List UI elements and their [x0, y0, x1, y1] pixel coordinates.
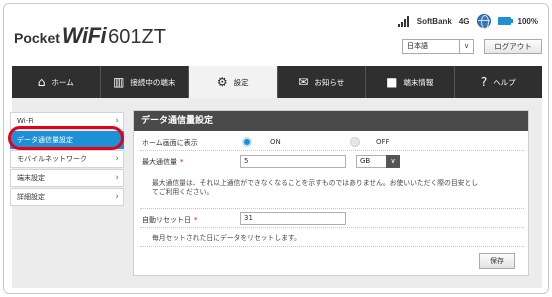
signal-strength-icon: [397, 15, 410, 27]
sidebar-item-wifi[interactable]: Wi-Fi ›: [10, 112, 124, 130]
home-display-on-radio[interactable]: [242, 137, 252, 147]
on-label: ON: [270, 138, 281, 146]
tab-settings[interactable]: ⚙ 設定: [189, 66, 278, 98]
tab-label: お知らせ: [314, 77, 345, 87]
sidebar-item-device-settings[interactable]: 端末設定 ›: [10, 169, 124, 187]
chevron-right-icon: ›: [115, 116, 119, 126]
language-selected-value: 日本語: [407, 42, 428, 50]
settings-sidebar: Wi-Fi › データ通信量設定 モバイルネットワーク › 端末設定 › 詳細設…: [10, 112, 124, 207]
unit-selected-value: GB: [360, 157, 371, 165]
tab-label: 接続中の端末: [130, 77, 176, 87]
chevron-down-icon: ∨: [459, 40, 473, 53]
home-display-off-radio[interactable]: [350, 137, 360, 147]
auto-reset-row: 自動リセット日 * 31: [140, 210, 524, 228]
chevron-right-icon: ›: [115, 192, 119, 202]
tab-help[interactable]: ? ヘルプ: [455, 66, 543, 98]
carrier-name: SoftBank: [416, 16, 452, 26]
sidebar-item-advanced-settings[interactable]: 詳細設定 ›: [10, 188, 124, 206]
sidebar-item-label: 詳細設定: [17, 193, 45, 201]
help-icon: ?: [480, 75, 488, 89]
max-usage-note-1: 最大通信量は、それ以上通信ができなくなることを示すものではありません。お使いいた…: [152, 179, 479, 187]
header: Pocket WiFi 601ZT SoftBank 4G 100% 日本語 ∨…: [4, 4, 548, 66]
globe-icon: [476, 14, 491, 29]
save-button[interactable]: 保存: [479, 253, 515, 269]
max-usage-row: 最大通信量 * 5 GB ∨: [140, 152, 524, 172]
main-nav: ⌂ ホーム ▥ 接続中の端末 ⚙ 設定 ✉ お知らせ ■ 端末情報 ? ヘルプ: [12, 66, 542, 98]
home-display-row: ホーム画面に表示 ON OFF: [140, 133, 524, 151]
tab-label: ヘルプ: [493, 77, 516, 87]
chevron-right-icon: ›: [115, 154, 119, 164]
logo-wifi-text: WiFi: [61, 23, 107, 48]
auto-reset-input[interactable]: 31: [240, 212, 346, 225]
mail-icon: ✉: [298, 75, 309, 89]
status-bar: SoftBank 4G 100%: [397, 14, 538, 29]
sidebar-item-label: Wi-Fi: [17, 117, 34, 125]
max-usage-label: 最大通信量 *: [142, 158, 184, 166]
auto-reset-label: 自動リセット日 *: [142, 216, 198, 224]
off-label: OFF: [376, 138, 390, 146]
sidebar-item-data-usage[interactable]: データ通信量設定: [10, 131, 124, 149]
logo-pocket-text: Pocket: [14, 30, 60, 46]
tab-label: 設定: [233, 77, 249, 87]
logo-model-text: 601ZT: [108, 26, 166, 48]
data-usage-panel: データ通信量設定 ホーム画面に表示 ON OFF 最大通信量 * 5 GB ∨ 最…: [133, 110, 529, 276]
battery-percent: 100%: [517, 16, 538, 26]
sidebar-item-mobile-network[interactable]: モバイルネットワーク ›: [10, 150, 124, 168]
panel-title: データ通信量設定: [134, 111, 528, 131]
sidebar-item-label: データ通信量設定: [17, 136, 73, 144]
tab-connected-devices[interactable]: ▥ 接続中の端末: [101, 66, 189, 98]
chevron-down-icon: ∨: [386, 155, 400, 168]
device-info-icon: ■: [386, 75, 398, 89]
home-icon: ⌂: [37, 75, 46, 89]
chevron-right-icon: ›: [115, 173, 119, 183]
tab-notifications[interactable]: ✉ お知らせ: [278, 66, 366, 98]
auto-reset-note: 毎月セットされた日にデータをリセットします。: [152, 234, 301, 242]
sidebar-item-label: モバイルネットワーク: [17, 155, 87, 163]
gear-icon: ⚙: [216, 75, 228, 89]
logout-button[interactable]: ログアウト: [484, 39, 542, 54]
max-usage-unit-select[interactable]: GB ∨: [356, 155, 400, 168]
auto-reset-note-row: 毎月セットされた日にデータをリセットします。: [140, 229, 524, 247]
tab-label: ホーム: [51, 77, 74, 87]
language-select[interactable]: 日本語 ∨: [402, 39, 474, 54]
network-type: 4G: [458, 16, 470, 26]
max-usage-note-2: てご利用ください。: [152, 188, 214, 196]
sidebar-item-label: 端末設定: [17, 174, 45, 182]
max-usage-note-row: 最大通信量は、それ以上通信ができなくなることを示すものではありません。お使いいた…: [140, 173, 524, 209]
tab-home[interactable]: ⌂ ホーム: [12, 66, 101, 98]
max-usage-input[interactable]: 5: [240, 155, 346, 168]
home-display-label: ホーム画面に表示: [142, 139, 198, 147]
tab-label: 端末情報: [403, 77, 434, 87]
tab-device-info[interactable]: ■ 端末情報: [366, 66, 455, 98]
battery-icon: [497, 17, 513, 25]
pocket-wifi-logo: Pocket WiFi 601ZT: [14, 23, 166, 49]
devices-icon: ▥: [113, 75, 125, 89]
